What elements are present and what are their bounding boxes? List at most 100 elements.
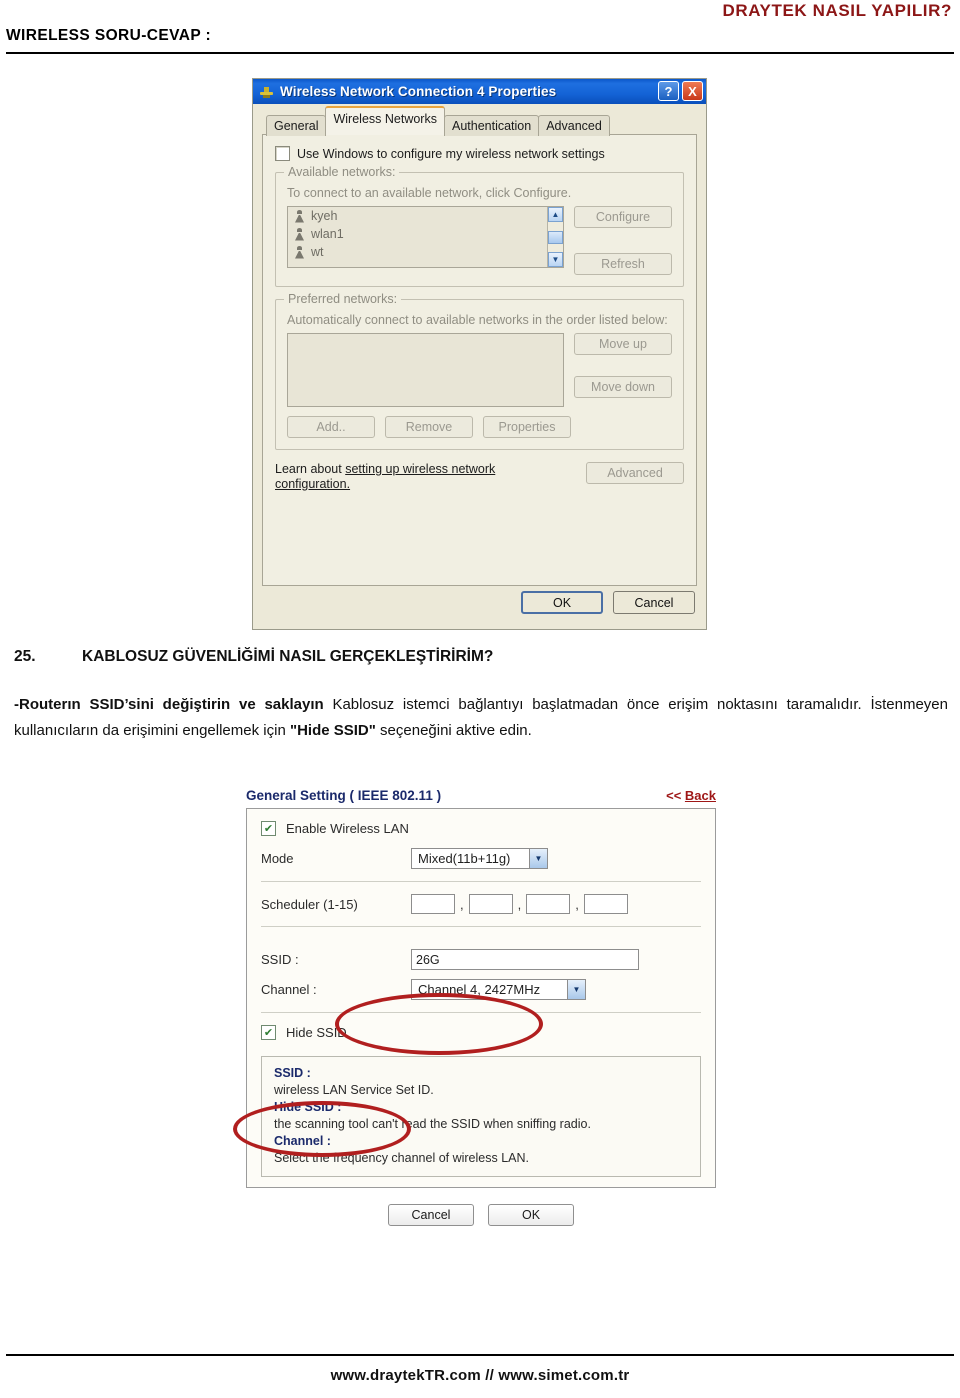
preferred-networks-legend: Preferred networks:	[284, 292, 402, 306]
scheduler-input-3[interactable]	[526, 894, 571, 914]
help-term-hide-ssid: Hide SSID :	[274, 1100, 342, 1114]
cancel-button[interactable]: Cancel	[613, 591, 695, 614]
scroll-up-icon[interactable]: ▲	[548, 207, 563, 222]
properties-button[interactable]: Properties	[483, 416, 571, 438]
tab-wireless-networks[interactable]: Wireless Networks	[325, 106, 445, 135]
dialog-tabs: General Wireless Networks Authentication…	[262, 106, 697, 136]
available-networks-hint: To connect to an available network, clic…	[287, 186, 572, 200]
move-down-button[interactable]: Move down	[574, 376, 672, 398]
network-icon	[295, 209, 304, 223]
list-item[interactable]: kyeh	[288, 207, 563, 225]
network-icon	[295, 245, 304, 259]
ok-button[interactable]: OK	[521, 591, 603, 614]
enable-wireless-row[interactable]: ✔ Enable Wireless LAN	[261, 821, 701, 836]
brand-title: DRAYTEK NASIL YAPILIR?	[722, 1, 952, 20]
configure-button[interactable]: Configure	[574, 206, 672, 228]
refresh-button[interactable]: Refresh	[574, 253, 672, 275]
scroll-down-icon[interactable]: ▼	[548, 252, 563, 267]
wireless-network-icon	[258, 84, 275, 100]
question-number: 25.	[14, 648, 36, 665]
help-icon[interactable]: ?	[658, 81, 679, 101]
back-arrows: <<	[666, 788, 685, 803]
dialog-title: Wireless Network Connection 4 Properties	[280, 84, 557, 99]
footer-divider	[6, 1354, 954, 1356]
use-windows-label: Use Windows to configure my wireless net…	[297, 146, 605, 161]
hide-ssid-label: Hide SSID	[286, 1025, 347, 1040]
ssid-annotation-ellipse	[335, 993, 543, 1055]
router-panel-title: General Setting ( IEEE 802.11 )	[246, 788, 442, 803]
list-item[interactable]: wt	[288, 243, 563, 261]
answer-bold-hide-ssid: "Hide SSID"	[289, 722, 376, 739]
help-desc-channel: Select the frequency channel of wireless…	[274, 1151, 529, 1165]
help-term-channel: Channel :	[274, 1134, 331, 1148]
mode-label: Mode	[261, 851, 294, 866]
tab-general[interactable]: General	[266, 115, 327, 136]
divider	[261, 926, 701, 927]
scheduler-input-2[interactable]	[468, 894, 513, 914]
close-icon[interactable]: X	[682, 81, 703, 101]
dialog-titlebar: Wireless Network Connection 4 Properties…	[253, 79, 706, 104]
available-list-scrollbar[interactable]: ▲ ▼	[547, 207, 563, 267]
ssid-input[interactable]: 26G	[411, 949, 639, 970]
available-networks-list[interactable]: kyeh wlan1 wt ▲ ▼	[287, 206, 564, 268]
enable-wireless-checkbox[interactable]: ✔	[261, 821, 276, 836]
preferred-networks-actions: Add.. Remove Properties	[287, 416, 672, 438]
advanced-button[interactable]: Advanced	[586, 462, 684, 484]
help-desc-ssid: wireless LAN Service Set ID.	[274, 1083, 434, 1097]
tab-panel-wireless-networks: Use Windows to configure my wireless net…	[262, 134, 697, 586]
scheduler-separator: ,	[460, 897, 464, 912]
move-up-button[interactable]: Move up	[574, 333, 672, 355]
tab-authentication[interactable]: Authentication	[443, 115, 540, 136]
channel-select[interactable]: Channel 4, 2427MHz ▼	[411, 979, 586, 1000]
wireless-properties-dialog: Wireless Network Connection 4 Properties…	[252, 78, 707, 630]
preferred-networks-hint: Automatically connect to available netwo…	[287, 313, 668, 327]
check-icon: ✔	[263, 822, 274, 835]
network-name: kyeh	[311, 209, 338, 223]
chevron-down-icon[interactable]: ▼	[529, 849, 547, 868]
list-item[interactable]: wlan1	[288, 225, 563, 243]
channel-value: Channel 4, 2427MHz	[418, 982, 541, 997]
learn-about-prefix: Learn about	[275, 462, 346, 476]
router-footer-buttons: Cancel OK	[246, 1204, 716, 1226]
chevron-down-icon[interactable]: ▼	[567, 980, 585, 999]
channel-label: Channel :	[261, 982, 317, 997]
tab-advanced[interactable]: Advanced	[538, 115, 610, 136]
mode-select[interactable]: Mixed(11b+11g) ▼	[411, 848, 548, 869]
question-block: 25. KABLOSUZ GÜVENLİĞİMİ NASIL GERÇEKLEŞT…	[14, 648, 948, 744]
network-name: wlan1	[311, 227, 344, 241]
question-heading: 25. KABLOSUZ GÜVENLİĞİMİ NASIL GERÇEKLEŞT…	[14, 648, 948, 666]
router-cancel-button[interactable]: Cancel	[388, 1204, 474, 1226]
use-windows-checkbox-row[interactable]: Use Windows to configure my wireless net…	[275, 146, 684, 161]
back-link[interactable]: << Back	[666, 788, 716, 803]
ssid-row: SSID : 26G	[261, 949, 701, 970]
question-title: KABLOSUZ GÜVENLİĞİMİ NASIL GERÇEKLEŞTİRİ…	[82, 648, 494, 665]
remove-button[interactable]: Remove	[385, 416, 473, 438]
scheduler-label: Scheduler (1-15)	[261, 896, 358, 912]
divider	[261, 1012, 701, 1013]
help-term-ssid: SSID :	[274, 1066, 311, 1080]
dialog-body: General Wireless Networks Authentication…	[253, 104, 706, 623]
answer-text-2: seçeneğini aktive edin.	[375, 722, 532, 739]
hide-ssid-checkbox[interactable]: ✔	[261, 1025, 276, 1040]
scheduler-input-1[interactable]	[411, 894, 455, 914]
scheduler-row: Scheduler (1-15) , , ,	[261, 894, 701, 914]
scrollbar-thumb[interactable]	[548, 230, 563, 244]
footer-urls: www.draytekTR.com // www.simet.com.tr	[330, 1367, 630, 1384]
ssid-label: SSID :	[261, 952, 299, 967]
page-header: DRAYTEK NASIL YAPILIR? WIRELESS SORU-CEV…	[0, 0, 960, 56]
add-button[interactable]: Add..	[287, 416, 375, 438]
use-windows-checkbox[interactable]	[275, 146, 290, 161]
question-body: -Routerın SSID’sini değiştirin ve saklay…	[14, 692, 948, 744]
preferred-networks-group: Preferred networks: Automatically connec…	[275, 292, 684, 450]
back-label: Back	[684, 788, 716, 803]
preferred-networks-list[interactable]	[287, 333, 564, 407]
available-networks-legend: Available networks:	[284, 165, 400, 179]
network-icon	[295, 227, 304, 241]
scheduler-input-4[interactable]	[583, 894, 628, 914]
channel-row: Channel : Channel 4, 2427MHz ▼	[261, 979, 701, 1000]
answer-bold-lead: -Routerın SSID’sini değiştirin ve saklay…	[14, 696, 324, 713]
hide-ssid-row[interactable]: ✔ Hide SSID	[261, 1025, 701, 1040]
network-name: wt	[311, 245, 324, 259]
dialog-footer: OK Cancel	[521, 591, 695, 614]
router-ok-button[interactable]: OK	[488, 1204, 574, 1226]
